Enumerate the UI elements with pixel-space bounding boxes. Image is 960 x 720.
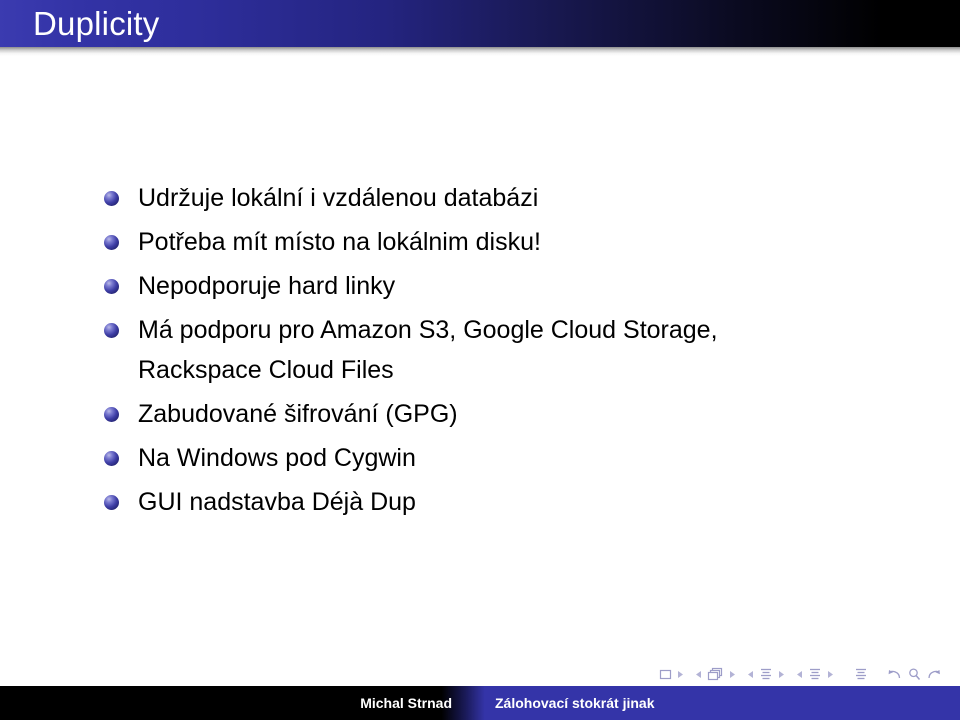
- list-item-label: Na Windows pod Cygwin: [138, 444, 416, 472]
- list-item: Udržuje lokální i vzdálenou databázi: [0, 178, 960, 218]
- bullet-ball-icon: [104, 235, 119, 250]
- list-item: GUI nadstavba Déjà Dup: [0, 482, 960, 522]
- next-slide-arrow-icon[interactable]: [676, 664, 685, 684]
- subsection-lines-icon[interactable]: [759, 664, 773, 684]
- beamer-navigation-bar: [0, 663, 960, 685]
- list-item-label: Potřeba mít místo na lokálnim disku!: [138, 228, 541, 256]
- bullet-ball-icon: [104, 407, 119, 422]
- slide-header-bar: Duplicity: [0, 0, 960, 47]
- list-item: Nepodporuje hard linky: [0, 266, 960, 306]
- list-item-label: Má podporu pro Amazon S3, Google Cloud S…: [138, 316, 718, 384]
- bullet-ball-icon: [104, 191, 119, 206]
- list-item-label: GUI nadstavba Déjà Dup: [138, 488, 416, 516]
- list-item: Zabudované šifrování (GPG): [0, 394, 960, 434]
- back-arrow-icon[interactable]: [887, 664, 903, 684]
- next-frame-arrow-icon[interactable]: [728, 664, 737, 684]
- bullet-ball-icon: [104, 451, 119, 466]
- prev-frame-arrow-icon[interactable]: [694, 664, 703, 684]
- footer-subject: Zálohovací stokrát jinak: [495, 695, 655, 711]
- header-shadow-divider: [0, 47, 960, 56]
- list-item-label: Zabudované šifrování (GPG): [138, 400, 458, 428]
- section-lines-icon[interactable]: [808, 664, 822, 684]
- frames-stack-icon[interactable]: [707, 664, 724, 684]
- list-item-label: Udržuje lokální i vzdálenou databázi: [138, 184, 539, 212]
- presentation-lines-icon[interactable]: [854, 664, 868, 684]
- forward-arrow-icon[interactable]: [926, 664, 942, 684]
- search-magnifier-icon[interactable]: [907, 664, 922, 684]
- bullet-ball-icon: [104, 279, 119, 294]
- list-item-label: Nepodporuje hard linky: [138, 272, 396, 300]
- next-section-arrow-icon[interactable]: [826, 664, 835, 684]
- list-item: Na Windows pod Cygwin: [0, 438, 960, 478]
- slide-frame-icon[interactable]: [659, 664, 672, 684]
- page-title: Duplicity: [33, 5, 160, 42]
- bullet-list: Udržuje lokální i vzdálenou databázi Pot…: [0, 178, 960, 526]
- list-item: Potřeba mít místo na lokálnim disku!: [0, 222, 960, 262]
- bullet-ball-icon: [104, 495, 119, 510]
- next-subsection-arrow-icon[interactable]: [777, 664, 786, 684]
- prev-subsection-arrow-icon[interactable]: [746, 664, 755, 684]
- prev-section-arrow-icon[interactable]: [795, 664, 804, 684]
- list-item: Má podporu pro Amazon S3, Google Cloud S…: [0, 310, 960, 390]
- footer-author: Michal Strnad: [360, 695, 452, 711]
- footer-bar: Michal Strnad Zálohovací stokrát jinak: [0, 686, 960, 720]
- bullet-ball-icon: [104, 323, 119, 338]
